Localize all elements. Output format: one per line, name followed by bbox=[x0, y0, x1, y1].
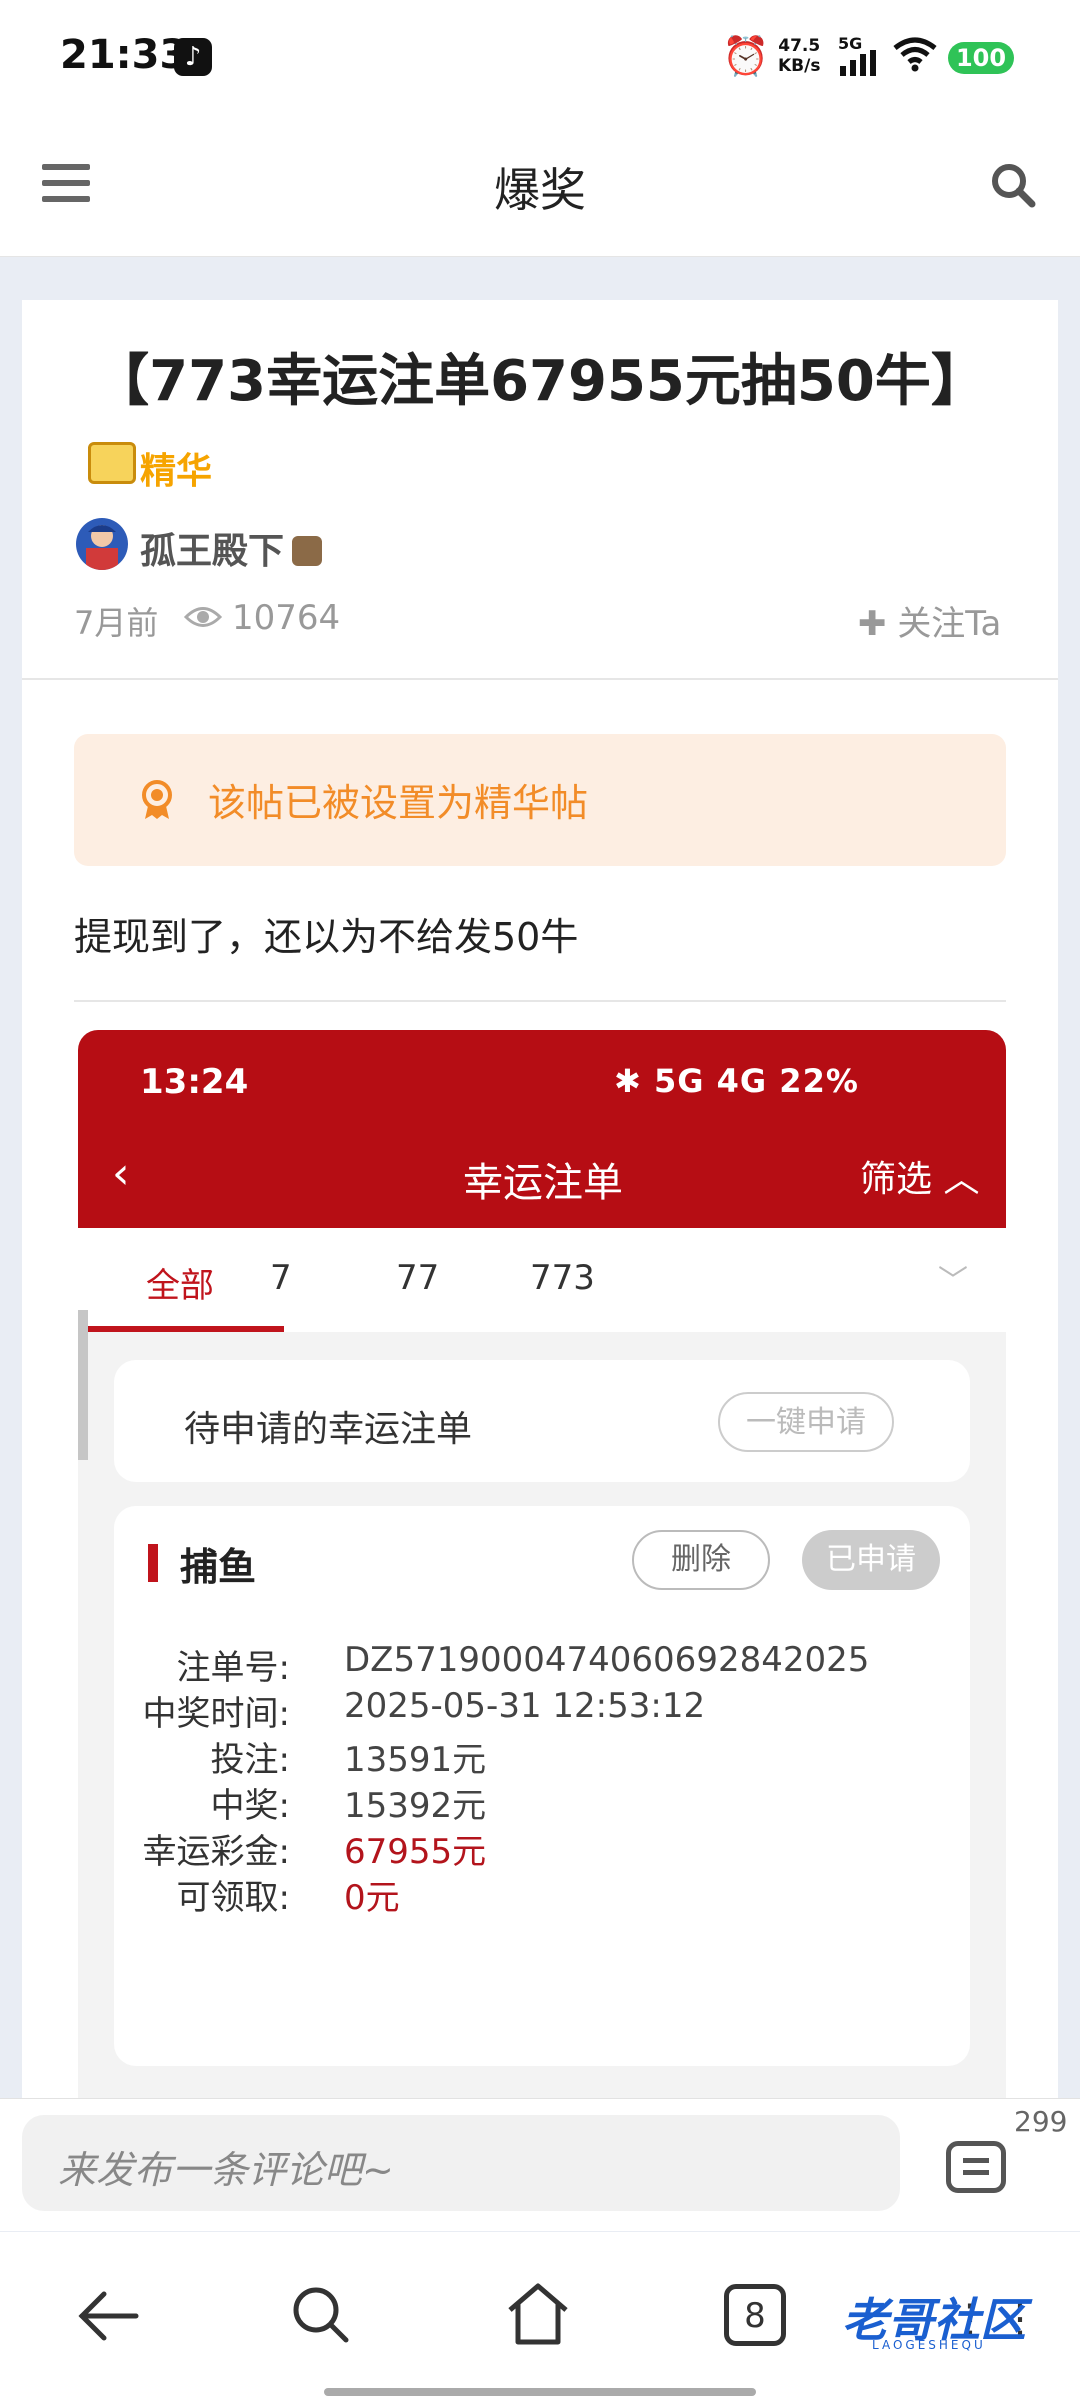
image-tabs: 全部 7 77 773 ﹀ bbox=[78, 1228, 1006, 1332]
row-value-bet: 13591元 bbox=[344, 1740, 487, 1780]
notice-text: 该帖已被设置为精华帖 bbox=[208, 781, 589, 825]
follow-button[interactable]: ✚ 关注Ta bbox=[858, 596, 1001, 645]
view-count: 10764 bbox=[232, 598, 341, 638]
avatar-image bbox=[86, 525, 118, 570]
row-label-claimable: 可领取: bbox=[176, 1878, 290, 1918]
tab-underline bbox=[78, 1326, 284, 1332]
elite-notice: 该帖已被设置为精华帖 bbox=[74, 734, 1006, 866]
award-icon bbox=[142, 780, 172, 819]
search-icon[interactable] bbox=[290, 2284, 352, 2346]
comment-count: 299 bbox=[1014, 2105, 1068, 2138]
image-tab-77: 77 bbox=[396, 1258, 440, 1298]
row-value-win: 15392元 bbox=[344, 1786, 487, 1826]
back-arrow-icon[interactable] bbox=[76, 2288, 140, 2344]
battery-indicator: 100 bbox=[948, 42, 1014, 74]
user-medal-icon bbox=[292, 536, 322, 566]
avatar[interactable] bbox=[76, 518, 128, 570]
image-filter: 筛选 ︿ bbox=[860, 1150, 979, 1202]
title-accent-bar bbox=[148, 1544, 158, 1582]
comment-placeholder: 来发布一条评论吧~ bbox=[58, 2148, 394, 2192]
status-time: 21:33 bbox=[60, 32, 188, 78]
divider bbox=[74, 1000, 1006, 1002]
home-icon[interactable] bbox=[504, 2280, 572, 2346]
pending-label: 待申请的幸运注单 bbox=[184, 1409, 473, 1450]
row-value-claimable: 0元 bbox=[344, 1878, 400, 1918]
eye-icon bbox=[184, 607, 222, 627]
post-title: 【773幸运注单67955元抽50牛】 bbox=[93, 349, 987, 414]
apply-all-button: 一键申请 bbox=[718, 1392, 894, 1452]
row-label-lucky-bonus: 幸运彩金: bbox=[142, 1832, 290, 1872]
row-label-win: 中奖: bbox=[210, 1786, 290, 1826]
elite-book-icon bbox=[88, 442, 136, 484]
image-status-icons: ✱ 5G 4G 22% bbox=[614, 1062, 859, 1100]
row-label-bet: 投注: bbox=[210, 1740, 290, 1780]
comment-input[interactable]: 来发布一条评论吧~ bbox=[22, 2115, 900, 2211]
row-value-win-time: 2025-05-31 12:53:12 bbox=[344, 1686, 706, 1726]
net-speed: 47.5 KB/s bbox=[778, 36, 820, 76]
signal-icon bbox=[840, 50, 876, 76]
image-tab-7: 7 bbox=[270, 1258, 292, 1298]
browser-nav-bar: 8 ⋮⋮ 老哥社区 LAOGESHEQU bbox=[0, 2232, 1080, 2400]
post-card: 【773幸运注单67955元抽50牛】 精华 孤王殿下 7月前 10764 ✚ … bbox=[22, 300, 1058, 2130]
post-image[interactable]: 13:24 ✱ 5G 4G 22% ‹ 幸运注单 筛选 ︿ 全部 7 77 77… bbox=[78, 1030, 1006, 2130]
chevron-up-icon: ︿ bbox=[943, 1159, 980, 1200]
image-tab-773: 773 bbox=[530, 1258, 595, 1298]
bet-detail-card: 捕鱼 删除 已申请 注单号: DZ5719000474060692842025 … bbox=[114, 1506, 970, 2066]
post-body: 提现到了，还以为不给发50牛 bbox=[74, 915, 579, 959]
comment-bar: 来发布一条评论吧~ 299 bbox=[0, 2098, 1080, 2231]
comment-icon[interactable] bbox=[946, 2141, 1006, 2193]
author-name[interactable]: 孤王殿下 bbox=[140, 522, 284, 574]
row-label-win-time: 中奖时间: bbox=[142, 1694, 290, 1734]
row-value-lucky-bonus: 67955元 bbox=[344, 1832, 487, 1872]
image-tab-all: 全部 bbox=[146, 1266, 214, 1306]
wifi-icon bbox=[893, 37, 937, 72]
image-scroll-indicator bbox=[78, 1310, 88, 1460]
app-header: 爆奖 bbox=[0, 110, 1080, 257]
page-title: 爆奖 bbox=[494, 163, 586, 217]
image-header: 13:24 ✱ 5G 4G 22% ‹ 幸运注单 筛选 ︿ bbox=[78, 1030, 1006, 1228]
menu-icon[interactable] bbox=[42, 164, 90, 204]
bet-game-title: 捕鱼 bbox=[180, 1545, 257, 1589]
plus-icon: ✚ bbox=[858, 604, 887, 644]
status-bar: 21:33 ♪ ⏰ 47.5 KB/s 5G 100 bbox=[0, 0, 1080, 110]
net-speed-value: 47.5 bbox=[778, 36, 821, 56]
divider bbox=[22, 678, 1058, 680]
net-speed-unit: KB/s bbox=[778, 56, 821, 76]
image-status-time: 13:24 bbox=[140, 1062, 249, 1102]
post-time: 7月前 bbox=[74, 604, 159, 642]
chevron-left-icon: ‹ bbox=[112, 1148, 130, 1199]
applied-button: 已申请 bbox=[802, 1530, 940, 1590]
watermark-logo-sub: LAOGESHEQU bbox=[872, 2338, 986, 2352]
elite-badge: 精华 bbox=[88, 438, 230, 492]
pending-card: 待申请的幸运注单 一键申请 bbox=[114, 1360, 970, 1482]
delete-button: 删除 bbox=[632, 1530, 770, 1590]
home-indicator[interactable] bbox=[324, 2388, 756, 2396]
image-title: 幸运注单 bbox=[463, 1160, 623, 1206]
alarm-icon: ⏰ bbox=[722, 34, 770, 78]
row-label-bet-id: 注单号: bbox=[176, 1648, 290, 1688]
chevron-down-icon: ﹀ bbox=[938, 1264, 968, 1299]
follow-label: 关注Ta bbox=[897, 604, 1002, 644]
row-value-bet-id: DZ5719000474060692842025 bbox=[344, 1640, 870, 1680]
elite-label: 精华 bbox=[140, 451, 213, 492]
tiktok-icon: ♪ bbox=[174, 38, 212, 76]
tabs-count-button[interactable]: 8 bbox=[724, 2284, 786, 2346]
search-icon[interactable] bbox=[990, 162, 1036, 208]
filter-label: 筛选 bbox=[860, 1159, 933, 1200]
